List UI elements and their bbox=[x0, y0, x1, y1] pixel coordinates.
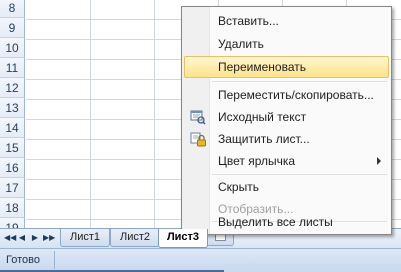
row-header[interactable]: 17 bbox=[0, 178, 25, 198]
submenu-arrow-icon bbox=[377, 157, 381, 165]
menu-item-label: Переместить/скопировать... bbox=[218, 88, 374, 102]
menu-rename[interactable]: Переименовать bbox=[184, 56, 389, 78]
menu-delete[interactable]: Удалить bbox=[184, 33, 389, 55]
row-headers: 8 9 10 11 12 13 14 15 16 17 18 19 bbox=[0, 0, 26, 228]
sheet-context-menu: Вставить... Удалить Переименовать Переме… bbox=[181, 6, 392, 235]
last-sheet-button[interactable]: ▶▶ bbox=[43, 232, 55, 244]
row-header[interactable]: 13 bbox=[0, 98, 25, 118]
menu-item-label: Скрыть bbox=[218, 180, 259, 194]
view-code-icon bbox=[190, 110, 206, 125]
row-header[interactable]: 11 bbox=[0, 58, 25, 78]
column-gridline bbox=[90, 0, 91, 228]
menu-separator bbox=[212, 81, 387, 82]
menu-move-copy[interactable]: Переместить/скопировать... bbox=[184, 84, 389, 106]
menu-select-all-sheets[interactable]: Выделить все листы bbox=[184, 211, 389, 233]
menu-item-label: Исходный текст bbox=[218, 110, 307, 124]
column-gridline bbox=[154, 0, 155, 228]
row-header[interactable]: 15 bbox=[0, 138, 25, 158]
row-header[interactable]: 9 bbox=[0, 18, 25, 38]
row-header[interactable]: 8 bbox=[0, 0, 25, 18]
row-header[interactable]: 10 bbox=[0, 38, 25, 58]
row-header[interactable]: 14 bbox=[0, 118, 25, 138]
menu-view-code[interactable]: Исходный текст bbox=[184, 106, 389, 128]
sheet-tab-3[interactable]: Лист3 bbox=[158, 229, 208, 248]
menu-item-label: Вставить... bbox=[218, 14, 279, 28]
status-bar: Готово bbox=[0, 248, 401, 272]
menu-protect-sheet[interactable]: Защитить лист... bbox=[184, 128, 389, 150]
lock-icon bbox=[190, 132, 206, 147]
menu-item-label: Переименовать bbox=[218, 60, 306, 74]
menu-item-label: Удалить bbox=[218, 37, 264, 51]
status-text: Готово bbox=[6, 254, 40, 266]
next-sheet-button[interactable]: ▶ bbox=[30, 232, 40, 244]
row-header[interactable]: 19 bbox=[0, 218, 25, 228]
menu-tab-color[interactable]: Цвет ярлычка bbox=[184, 150, 389, 172]
status-divider bbox=[54, 251, 55, 269]
menu-hide[interactable]: Скрыть bbox=[184, 176, 389, 198]
sheet-tab-2[interactable]: Лист2 bbox=[110, 229, 160, 247]
row-header[interactable]: 18 bbox=[0, 198, 25, 218]
row-header[interactable]: 12 bbox=[0, 78, 25, 98]
menu-item-label: Выделить все листы bbox=[218, 215, 333, 229]
row-header[interactable]: 16 bbox=[0, 158, 25, 178]
menu-item-label: Цвет ярлычка bbox=[218, 154, 296, 168]
menu-insert[interactable]: Вставить... bbox=[184, 10, 389, 32]
menu-separator bbox=[212, 174, 387, 175]
previous-sheet-button[interactable]: ◀ bbox=[17, 232, 27, 244]
menu-item-label: Защитить лист... bbox=[218, 132, 310, 146]
first-sheet-button[interactable]: ◀◀ bbox=[4, 232, 16, 244]
sheet-tab-1[interactable]: Лист1 bbox=[60, 229, 110, 247]
